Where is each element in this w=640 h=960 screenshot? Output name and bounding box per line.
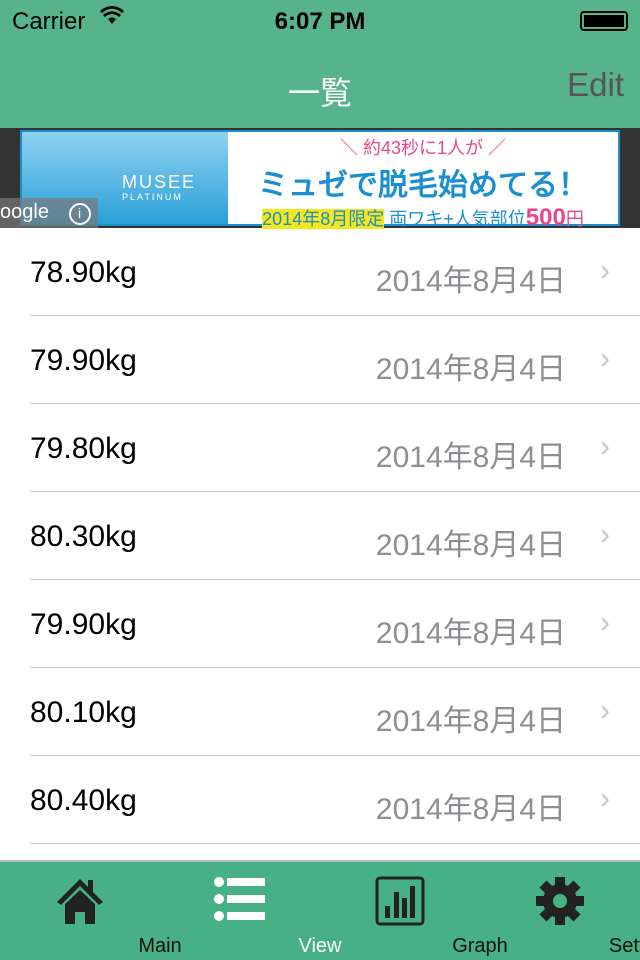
table-row[interactable]: 79.90kg 2014年8月4日 ›: [0, 580, 640, 668]
ad-info-badge[interactable]: oogle i: [0, 198, 98, 228]
table-row[interactable]: 80.40kg 2014年8月4日 ›: [0, 756, 640, 844]
date-value: 2014年8月4日: [375, 793, 566, 826]
date-value: 2014年8月4日: [375, 529, 566, 562]
row-divider: [30, 843, 640, 844]
table-row[interactable]: 78.90kg 2014年8月4日 ›: [0, 228, 640, 316]
weight-value: 80.30kg: [30, 520, 137, 553]
tab-bar: Main View Graph Setting: [0, 860, 640, 960]
ad-yen: 円: [565, 209, 584, 229]
weight-value: 79.80kg: [30, 432, 137, 465]
date-value: 2014年8月4日: [375, 441, 566, 474]
tab-view[interactable]: View: [160, 862, 342, 960]
tab-label: Setting: [608, 935, 640, 957]
date-value: 2014年8月4日: [375, 705, 566, 738]
chevron-right-icon: ›: [600, 606, 610, 639]
battery-icon: [580, 11, 628, 31]
weight-value: 80.10kg: [30, 696, 137, 729]
date-value: 2014年8月4日: [375, 353, 566, 386]
gear-icon: [536, 877, 584, 925]
ad-brand: MUSEE: [122, 172, 197, 192]
date-value: 2014年8月4日: [375, 265, 566, 298]
chevron-right-icon: ›: [600, 430, 610, 463]
weight-value: 80.40kg: [30, 784, 137, 817]
chevron-right-icon: ›: [600, 694, 610, 727]
weight-value: 79.90kg: [30, 344, 137, 377]
page-title: 一覧: [287, 75, 352, 111]
weight-value: 79.90kg: [30, 608, 137, 641]
chevron-right-icon: ›: [600, 254, 610, 287]
chevron-right-icon: ›: [600, 342, 610, 375]
table-row[interactable]: 80.10kg 2014年8月4日 ›: [0, 668, 640, 756]
date-value: 2014年8月4日: [375, 617, 566, 650]
table-row[interactable]: 79.80kg 2014年8月4日 ›: [0, 404, 640, 492]
google-label: oogle: [0, 201, 49, 223]
ad-line3: 両ワキ+人気部位: [389, 209, 526, 229]
tab-graph[interactable]: Graph: [320, 862, 508, 960]
tab-setting[interactable]: Setting: [480, 862, 640, 960]
ad-price: 500: [525, 204, 566, 231]
chevron-right-icon: ›: [600, 518, 610, 551]
edit-button[interactable]: Edit: [567, 66, 624, 104]
ad-highlight: 2014年8月限定: [262, 209, 385, 229]
home-icon: [57, 879, 103, 924]
list-icon: [214, 877, 265, 921]
ad-brand-sub: PLATINUM: [122, 192, 183, 202]
bar-chart-icon: [375, 876, 425, 926]
ad-banner[interactable]: MUSEE PLATINUM ＼ 約43秒に1人が ／ ミュゼで脱毛始めてる！ …: [0, 128, 640, 231]
nav-bar: Carrier 6:07 PM 一覧 Edit: [0, 0, 640, 128]
weight-value: 78.90kg: [30, 256, 137, 289]
table-row[interactable]: 80.30kg 2014年8月4日 ›: [0, 492, 640, 580]
chevron-right-icon: ›: [600, 782, 610, 815]
tab-main[interactable]: Main: [0, 862, 182, 960]
ad-line1: ＼ 約43秒に1人が ／: [339, 138, 507, 158]
ad-line2: ミュゼで脱毛始めてる！: [258, 169, 588, 202]
clock: 6:07 PM: [274, 8, 366, 35]
status-bar: Carrier 6:07 PM: [0, 0, 640, 40]
table-row[interactable]: 79.90kg 2014年8月4日 ›: [0, 316, 640, 404]
info-icon[interactable]: i: [68, 203, 91, 225]
